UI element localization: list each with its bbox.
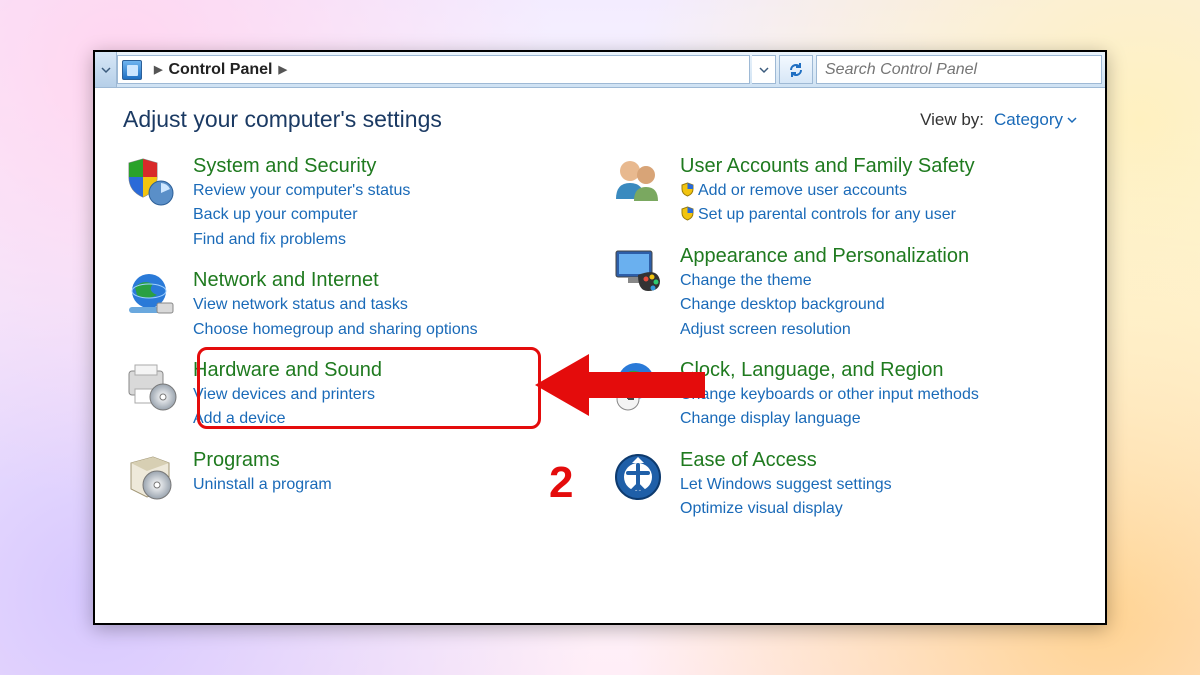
control-panel-icon [122,60,142,80]
category-user-accounts: User Accounts and Family Safety Add or r… [610,155,1077,227]
category-link[interactable]: Choose homegroup and sharing options [193,319,478,341]
view-by: View by: Category [920,110,1077,130]
view-by-dropdown[interactable]: Category [994,110,1077,130]
category-title[interactable]: Hardware and Sound [193,359,382,382]
category-link[interactable]: Find and fix problems [193,229,410,251]
view-by-label: View by: [920,110,984,130]
chevron-right-icon: ▶ [278,63,286,76]
category-link[interactable]: Let Windows suggest settings [680,474,892,496]
chevron-down-icon [1067,115,1077,125]
category-title[interactable]: Appearance and Personalization [680,245,969,268]
category-programs: Programs Uninstall a program [123,449,590,505]
category-network-internet: Network and Internet View network status… [123,269,590,341]
search-input[interactable] [825,61,1093,79]
category-appearance: Appearance and Personalization Change th… [610,245,1077,341]
category-link[interactable]: Change desktop background [680,294,969,316]
category-title[interactable]: Programs [193,449,332,472]
category-title[interactable]: System and Security [193,155,410,178]
location-dropdown[interactable] [752,55,776,84]
category-title[interactable]: Network and Internet [193,269,478,292]
category-title[interactable]: Clock, Language, and Region [680,359,979,382]
category-link[interactable]: Set up parental controls for any user [680,204,975,226]
ease-of-access-icon [610,449,666,505]
nav-back-dropdown[interactable] [95,52,117,87]
content-area: Adjust your computer's settings View by:… [95,88,1105,623]
monitor-palette-icon [610,245,666,301]
category-link[interactable]: Add a device [193,408,382,430]
chevron-down-icon [101,65,111,75]
category-link[interactable]: Optimize visual display [680,498,892,520]
category-column-left: System and Security Review your computer… [123,155,590,521]
category-link[interactable]: Back up your computer [193,204,410,226]
category-clock-language-region: Clock, Language, and Region Change keybo… [610,359,1077,431]
uac-shield-icon [680,206,695,221]
shield-chart-icon [123,155,179,211]
category-link[interactable]: View devices and printers [193,384,382,406]
category-link[interactable]: Adjust screen resolution [680,319,969,341]
printer-disc-icon [123,359,179,415]
category-grid: System and Security Review your computer… [123,155,1077,521]
search-box[interactable] [816,55,1102,84]
category-column-right: User Accounts and Family Safety Add or r… [610,155,1077,521]
category-link[interactable]: Change keyboards or other input methods [680,384,979,406]
chevron-down-icon [759,65,769,75]
refresh-button[interactable] [779,55,813,84]
category-system-security: System and Security Review your computer… [123,155,590,251]
address-bar: ▶ Control Panel ▶ [95,52,1105,88]
category-hardware-sound: Hardware and Sound View devices and prin… [123,359,590,431]
uac-shield-icon [680,182,695,197]
location-breadcrumb[interactable]: ▶ Control Panel ▶ [117,55,750,84]
breadcrumb-location: Control Panel [168,61,272,79]
page-title: Adjust your computer's settings [123,106,442,133]
globe-clock-icon [610,359,666,415]
category-title[interactable]: Ease of Access [680,449,892,472]
refresh-icon [788,62,804,78]
globe-network-icon [123,269,179,325]
chevron-right-icon: ▶ [154,63,162,76]
category-link[interactable]: Add or remove user accounts [680,180,975,202]
people-icon [610,155,666,211]
category-link[interactable]: Change the theme [680,270,969,292]
control-panel-window: ▶ Control Panel ▶ Adjust your computer's… [93,50,1107,625]
box-disc-icon [123,449,179,505]
category-title[interactable]: User Accounts and Family Safety [680,155,975,178]
category-link[interactable]: Review your computer's status [193,180,410,202]
category-ease-of-access: Ease of Access Let Windows suggest setti… [610,449,1077,521]
category-link[interactable]: Change display language [680,408,979,430]
view-by-value: Category [994,110,1063,130]
category-link[interactable]: Uninstall a program [193,474,332,496]
category-link[interactable]: View network status and tasks [193,294,478,316]
